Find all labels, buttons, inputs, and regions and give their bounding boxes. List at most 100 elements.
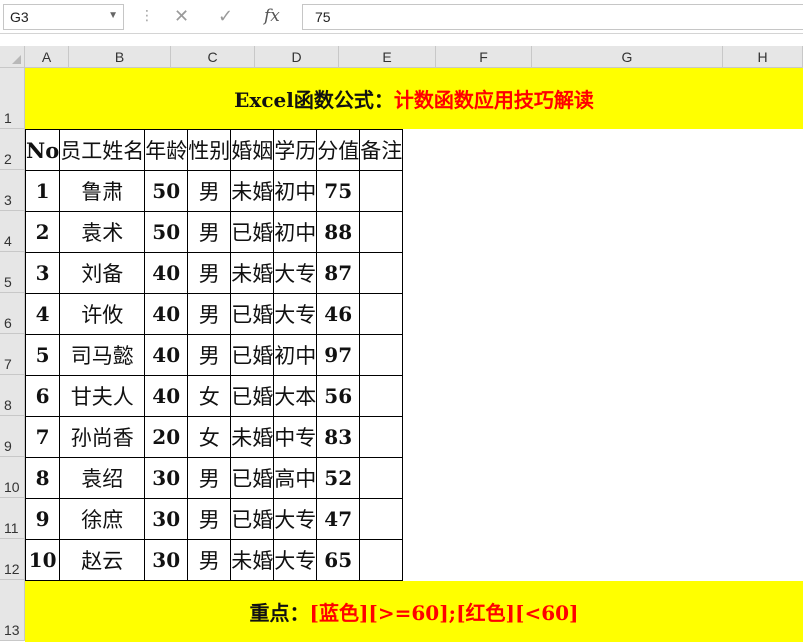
column-header-b[interactable]: B [69, 46, 171, 68]
table-cell[interactable] [359, 416, 404, 458]
table-cell[interactable] [359, 211, 404, 253]
table-cell[interactable] [359, 539, 404, 581]
table-cell[interactable]: 40 [144, 375, 189, 417]
row-header-6[interactable]: 6 [0, 293, 25, 334]
table-cell[interactable]: 袁术 [59, 211, 146, 253]
table-cell[interactable]: 已婚 [230, 293, 275, 335]
table-cell[interactable]: 中专 [273, 416, 318, 458]
table-cell[interactable]: 甘夫人 [59, 375, 146, 417]
table-cell[interactable]: 已婚 [230, 498, 275, 540]
table-cell[interactable]: 88 [316, 211, 361, 253]
table-cell[interactable] [359, 375, 404, 417]
table-cell[interactable]: 52 [316, 457, 361, 499]
table-cell[interactable]: 5 [24, 334, 61, 376]
table-cell[interactable]: 未婚 [230, 416, 275, 458]
formula-input[interactable]: 75 [302, 4, 803, 30]
table-cell[interactable]: 大专 [273, 498, 318, 540]
table-cell[interactable] [359, 170, 404, 212]
row-header-3[interactable]: 3 [0, 170, 25, 211]
header-cell[interactable]: 性别 [187, 129, 232, 171]
row-header-2[interactable]: 2 [0, 129, 25, 170]
column-header-e[interactable]: E [339, 46, 436, 68]
row-header-9[interactable]: 9 [0, 416, 25, 457]
header-cell[interactable]: 备注 [359, 129, 404, 171]
table-cell[interactable]: 孙尚香 [59, 416, 146, 458]
table-cell[interactable]: 已婚 [230, 457, 275, 499]
table-cell[interactable]: 6 [24, 375, 61, 417]
table-cell[interactable]: 女 [187, 416, 232, 458]
table-cell[interactable]: 75 [316, 170, 361, 212]
header-cell[interactable]: 员工姓名 [59, 129, 146, 171]
column-header-h[interactable]: H [723, 46, 803, 68]
select-all-corner[interactable] [0, 46, 25, 68]
row-header-13[interactable]: 13 [0, 580, 25, 641]
chevron-down-icon[interactable]: ▼ [108, 10, 118, 21]
table-cell[interactable]: 男 [187, 252, 232, 294]
table-cell[interactable]: 大专 [273, 539, 318, 581]
table-cell[interactable]: 已婚 [230, 211, 275, 253]
table-cell[interactable]: 初中 [273, 211, 318, 253]
row-header-5[interactable]: 5 [0, 252, 25, 293]
row-header-1[interactable]: 1 [0, 68, 25, 129]
row-header-4[interactable]: 4 [0, 211, 25, 252]
table-cell[interactable]: 大本 [273, 375, 318, 417]
row-header-8[interactable]: 8 [0, 375, 25, 416]
table-cell[interactable]: 65 [316, 539, 361, 581]
table-cell[interactable]: 50 [144, 211, 189, 253]
title-banner[interactable]: Excel函数公式： 计数函数应用技巧解读 [25, 68, 803, 129]
table-cell[interactable]: 8 [24, 457, 61, 499]
cancel-icon[interactable]: ✕ [174, 6, 189, 27]
table-cell[interactable]: 许攸 [59, 293, 146, 335]
header-cell[interactable]: 学历 [273, 129, 318, 171]
table-cell[interactable]: 已婚 [230, 334, 275, 376]
table-cell[interactable]: 40 [144, 293, 189, 335]
column-header-c[interactable]: C [171, 46, 255, 68]
table-cell[interactable]: 87 [316, 252, 361, 294]
header-cell[interactable]: 分值 [316, 129, 361, 171]
more-options-icon[interactable]: ⋮ [140, 8, 154, 24]
name-box[interactable]: G3 ▼ [3, 4, 124, 30]
table-cell[interactable]: 40 [144, 334, 189, 376]
table-cell[interactable]: 司马懿 [59, 334, 146, 376]
table-cell[interactable]: 30 [144, 539, 189, 581]
row-header-10[interactable]: 10 [0, 457, 25, 498]
table-cell[interactable]: 已婚 [230, 375, 275, 417]
table-cell[interactable]: 56 [316, 375, 361, 417]
header-cell[interactable]: 婚姻 [230, 129, 275, 171]
row-header-12[interactable]: 12 [0, 539, 25, 580]
table-cell[interactable]: 2 [24, 211, 61, 253]
table-cell[interactable]: 鲁肃 [59, 170, 146, 212]
table-cell[interactable]: 男 [187, 457, 232, 499]
table-cell[interactable]: 初中 [273, 170, 318, 212]
table-cell[interactable]: 男 [187, 334, 232, 376]
table-cell[interactable]: 大专 [273, 252, 318, 294]
table-cell[interactable]: 30 [144, 498, 189, 540]
table-cell[interactable]: 3 [24, 252, 61, 294]
row-header-11[interactable]: 11 [0, 498, 25, 539]
table-cell[interactable]: 9 [24, 498, 61, 540]
table-cell[interactable]: 未婚 [230, 170, 275, 212]
table-cell[interactable] [359, 293, 404, 335]
row-header-7[interactable]: 7 [0, 334, 25, 375]
table-cell[interactable]: 未婚 [230, 539, 275, 581]
table-cell[interactable] [359, 457, 404, 499]
table-cell[interactable]: 40 [144, 252, 189, 294]
table-cell[interactable]: 20 [144, 416, 189, 458]
table-cell[interactable]: 1 [24, 170, 61, 212]
header-cell[interactable]: 年龄 [144, 129, 189, 171]
table-cell[interactable]: 男 [187, 498, 232, 540]
table-cell[interactable]: 未婚 [230, 252, 275, 294]
table-cell[interactable]: 30 [144, 457, 189, 499]
table-cell[interactable]: 刘备 [59, 252, 146, 294]
table-cell[interactable]: 83 [316, 416, 361, 458]
table-cell[interactable]: 7 [24, 416, 61, 458]
table-cell[interactable]: 男 [187, 170, 232, 212]
table-cell[interactable] [359, 252, 404, 294]
table-cell[interactable] [359, 334, 404, 376]
table-cell[interactable]: 初中 [273, 334, 318, 376]
table-cell[interactable]: 4 [24, 293, 61, 335]
table-cell[interactable]: 47 [316, 498, 361, 540]
table-cell[interactable]: 大专 [273, 293, 318, 335]
table-cell[interactable]: 高中 [273, 457, 318, 499]
table-cell[interactable]: 97 [316, 334, 361, 376]
